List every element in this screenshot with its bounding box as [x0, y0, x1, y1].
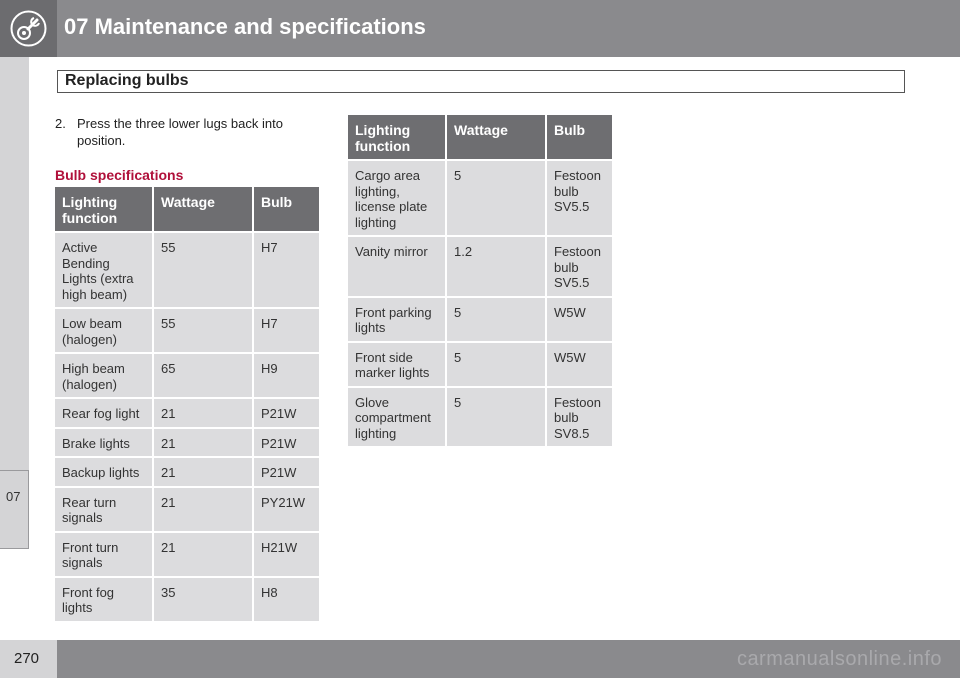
- table-row: Rear turn signals 21 PY21W: [55, 485, 319, 531]
- cell-wattage: 55: [152, 307, 252, 352]
- table-header-row: Lighting function Wattage Bulb: [348, 115, 612, 159]
- cell-lighting-function: Active Bending Lights (extra high beam): [55, 231, 152, 307]
- cell-wattage: 35: [152, 575, 252, 621]
- column-header-bulb: Bulb: [252, 187, 319, 231]
- cell-bulb: W5W: [545, 340, 612, 386]
- table-row: Front turn signals 21 H21W: [55, 530, 319, 576]
- bulb-spec-table-left: Lighting function Wattage Bulb Active Be…: [55, 187, 319, 621]
- cell-lighting-function: Brake lights: [55, 426, 152, 456]
- cell-bulb: Festoon bulb SV5.5: [545, 235, 612, 296]
- cell-wattage: 5: [445, 159, 545, 235]
- table-row: Rear fog light 21 P21W: [55, 397, 319, 427]
- cell-lighting-function: Rear turn signals: [55, 485, 152, 531]
- table-row: Front fog lights 35 H8: [55, 575, 319, 621]
- cell-bulb: P21W: [252, 426, 319, 456]
- cell-wattage: 65: [152, 352, 252, 397]
- cell-bulb: P21W: [252, 397, 319, 427]
- cell-bulb: PY21W: [252, 485, 319, 531]
- table-row: Front side marker lights 5 W5W: [348, 340, 612, 386]
- table-row: Front parking lights 5 W5W: [348, 295, 612, 341]
- header-icon-box: [0, 0, 57, 57]
- cell-lighting-function: Front parking lights: [348, 295, 445, 341]
- cell-bulb: H7: [252, 307, 319, 352]
- column-header-wattage: Wattage: [445, 115, 545, 159]
- wrench-gear-icon: [10, 10, 47, 47]
- cell-bulb: Festoon bulb SV8.5: [545, 385, 612, 446]
- cell-lighting-function: Backup lights: [55, 456, 152, 486]
- table-header-row: Lighting function Wattage Bulb: [55, 187, 319, 231]
- cell-wattage: 5: [445, 340, 545, 386]
- cell-bulb: H8: [252, 575, 319, 621]
- chapter-tab-label: 07: [6, 489, 21, 504]
- column-header-wattage: Wattage: [152, 187, 252, 231]
- page-number: 270: [14, 650, 40, 667]
- cell-wattage: 21: [152, 485, 252, 531]
- cell-bulb: Festoon bulb SV5.5: [545, 159, 612, 235]
- table-row: Low beam (halogen) 55 H7: [55, 307, 319, 352]
- bulb-spec-table-right: Lighting function Wattage Bulb Cargo are…: [348, 115, 612, 446]
- cell-bulb: P21W: [252, 456, 319, 486]
- cell-lighting-function: Rear fog light: [55, 397, 152, 427]
- step-text: Press the three lower lugs back into pos…: [77, 116, 283, 148]
- cell-lighting-function: Front fog lights: [55, 575, 152, 621]
- section-title-box: Replacing bulbs: [57, 70, 905, 93]
- page-number-box: 270: [0, 640, 57, 678]
- cell-wattage: 21: [152, 530, 252, 576]
- cell-bulb: H7: [252, 231, 319, 307]
- table-row: Glove compartment lighting 5 Festoon bul…: [348, 385, 612, 446]
- table-row: Vanity mirror 1.2 Festoon bulb SV5.5: [348, 235, 612, 296]
- cell-wattage: 21: [152, 397, 252, 427]
- chapter-tab[interactable]: 07: [0, 470, 29, 549]
- bulb-specifications-heading: Bulb specifications: [55, 167, 184, 183]
- section-title: Replacing bulbs: [65, 72, 189, 89]
- table-row: Brake lights 21 P21W: [55, 426, 319, 456]
- cell-lighting-function: Vanity mirror: [348, 235, 445, 296]
- table-row: Active Bending Lights (extra high beam) …: [55, 231, 319, 307]
- column-header-lighting-function: Lighting function: [55, 187, 152, 231]
- table-row: Cargo area lighting, license plate light…: [348, 159, 612, 235]
- cell-wattage: 5: [445, 385, 545, 446]
- column-header-lighting-function: Lighting function: [348, 115, 445, 159]
- table-row: High beam (halogen) 65 H9: [55, 352, 319, 397]
- cell-lighting-function: Front turn signals: [55, 530, 152, 576]
- cell-lighting-function: High beam (halogen): [55, 352, 152, 397]
- cell-wattage: 1.2: [445, 235, 545, 296]
- cell-wattage: 21: [152, 426, 252, 456]
- cell-bulb: W5W: [545, 295, 612, 341]
- cell-lighting-function: Front side marker lights: [348, 340, 445, 386]
- watermark: carmanualsonline.info: [736, 648, 942, 670]
- cell-wattage: 5: [445, 295, 545, 341]
- cell-bulb: H9: [252, 352, 319, 397]
- chapter-title: 07 Maintenance and specifications: [64, 14, 426, 39]
- cell-lighting-function: Glove compartment lighting: [348, 385, 445, 446]
- instruction-step: 2. Press the three lower lugs back into …: [55, 115, 325, 149]
- cell-lighting-function: Cargo area lighting, license plate light…: [348, 159, 445, 235]
- column-header-bulb: Bulb: [545, 115, 612, 159]
- table-row: Backup lights 21 P21W: [55, 456, 319, 486]
- cell-wattage: 21: [152, 456, 252, 486]
- cell-bulb: H21W: [252, 530, 319, 576]
- cell-wattage: 55: [152, 231, 252, 307]
- cell-lighting-function: Low beam (halogen): [55, 307, 152, 352]
- step-number: 2.: [55, 116, 66, 131]
